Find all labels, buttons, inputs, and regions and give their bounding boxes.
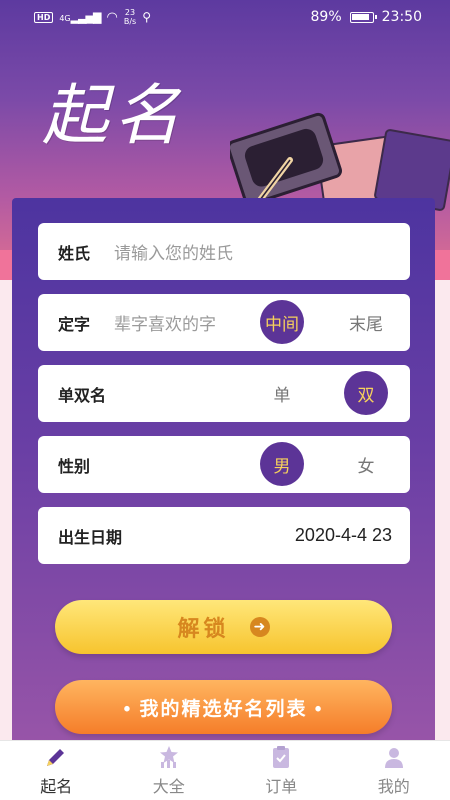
surname-input[interactable]: 请输入您的姓氏 xyxy=(114,239,233,264)
gender-label: 性别 xyxy=(58,458,91,476)
birth-date-label: 出生日期 xyxy=(58,529,123,547)
fixed-char-row: 定字 辈字喜欢的字 中间 末尾 xyxy=(38,294,410,351)
gender-row: 性别 男 女 xyxy=(38,436,410,493)
network-type: 4G xyxy=(59,13,71,23)
name-length-label: 单双名 xyxy=(58,387,107,405)
arrow-right-icon: ➜ xyxy=(249,617,270,637)
name-length-option-double[interactable]: 双 xyxy=(344,371,388,415)
network-speed: 23 B/s xyxy=(124,8,136,26)
clipboard-icon xyxy=(273,745,290,768)
fixed-char-input[interactable]: 辈字喜欢的字 xyxy=(114,310,216,335)
position-option-middle[interactable]: 中间 xyxy=(260,300,304,344)
gender-option-male[interactable]: 男 xyxy=(260,442,304,486)
fixed-char-label: 定字 xyxy=(58,316,91,334)
battery-icon xyxy=(349,11,377,23)
user-icon xyxy=(384,747,403,768)
wifi-icon: ◠ xyxy=(106,9,118,25)
surname-row: 姓氏 请输入您的姓氏 xyxy=(38,223,410,280)
name-length-option-single[interactable]: 单 xyxy=(260,371,304,415)
tab-orders-label: 订单 xyxy=(265,778,298,796)
tab-orders[interactable]: 订单 xyxy=(225,741,338,800)
tab-profile-label: 我的 xyxy=(377,778,410,796)
favorite-names-label: • 我的精选好名列表 • xyxy=(123,698,324,720)
tab-collection[interactable]: 大全 xyxy=(113,741,226,800)
name-length-row: 单双名 单 双 xyxy=(38,365,410,422)
page-title: 起名 xyxy=(42,77,186,154)
unlock-button[interactable]: 解锁 ➜ xyxy=(55,600,392,654)
favorite-names-button[interactable]: • 我的精选好名列表 • xyxy=(55,680,392,734)
birth-date-value[interactable]: 2020-4-4 23 xyxy=(295,525,392,546)
status-bar: HD 4G▂▃▅▇ ◠ 23 B/s ⚲ 89% 23:50 xyxy=(0,0,450,34)
clock: 23:50 xyxy=(381,9,422,25)
unlock-label: 解锁 xyxy=(177,616,230,641)
bottom-tab-bar: 起名 大全 订单 我的 xyxy=(0,740,450,800)
battery-percent: 89% xyxy=(310,9,342,25)
star-chart-icon xyxy=(159,745,178,768)
birth-date-row[interactable]: 出生日期 2020-4-4 23 xyxy=(38,507,410,564)
tab-collection-label: 大全 xyxy=(152,778,185,796)
network-speed-unit: B/s xyxy=(123,17,137,26)
tab-naming[interactable]: 起名 xyxy=(0,741,113,800)
position-option-end[interactable]: 末尾 xyxy=(344,300,388,344)
signal-icon: 4G▂▃▅▇ xyxy=(59,10,101,24)
tab-naming-label: 起名 xyxy=(40,778,73,796)
gender-option-female[interactable]: 女 xyxy=(344,442,388,486)
hd-icon: HD xyxy=(34,11,54,23)
usb-icon: ⚲ xyxy=(142,10,151,24)
network-speed-value: 23 xyxy=(124,8,136,17)
pencil-icon xyxy=(47,748,65,766)
surname-label: 姓氏 xyxy=(58,245,91,263)
tab-profile[interactable]: 我的 xyxy=(338,741,450,800)
